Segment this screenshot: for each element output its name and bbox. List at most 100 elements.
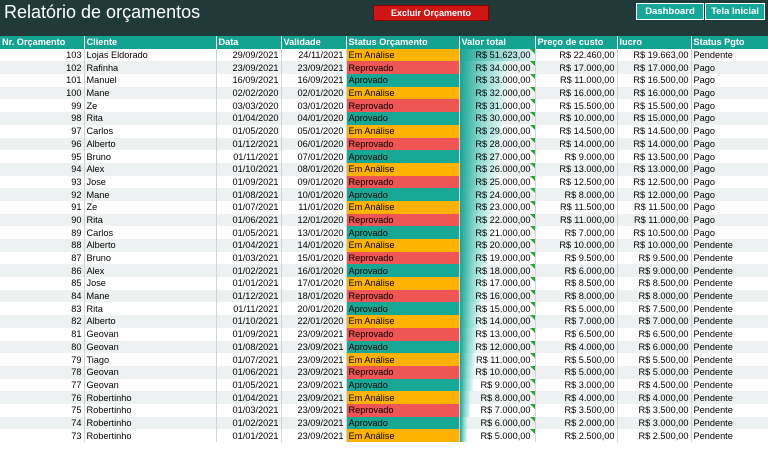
cell-cliente[interactable]: Alex	[84, 264, 217, 278]
cell-valor[interactable]: R$ 27.000,00	[459, 150, 536, 163]
cell-cliente[interactable]: Ze	[84, 200, 217, 214]
cell-status[interactable]: Em Análise	[346, 86, 460, 100]
cell-valor[interactable]: R$ 51.623,00	[459, 48, 536, 62]
cell-nr[interactable]: 89	[0, 226, 85, 239]
cell-validade[interactable]: 18/01/2020	[281, 289, 347, 303]
table-row[interactable]: 84 Mane 01/12/2021 18/01/2020 Reprovado R$ 16…	[0, 289, 768, 303]
cell-status[interactable]: Reprovado	[346, 365, 460, 379]
cell-valor[interactable]: R$ 5.000,00	[459, 429, 536, 442]
cell-nr[interactable]: 77	[0, 378, 85, 392]
cell-lucro[interactable]: R$ 7.000,00	[617, 315, 692, 328]
cell-status[interactable]: Reprovado	[346, 213, 460, 227]
cell-lucro[interactable]: R$ 9.000,00	[617, 264, 692, 278]
cell-nr[interactable]: 95	[0, 150, 85, 163]
cell-nr[interactable]: 92	[0, 188, 85, 201]
cell-data[interactable]: 01/03/2021	[216, 251, 282, 265]
cell-validade[interactable]: 09/01/2020	[281, 175, 347, 189]
cell-lucro[interactable]: R$ 14.500,00	[617, 124, 692, 138]
cell-pgto[interactable]: Pago	[691, 124, 768, 138]
cell-data[interactable]: 23/09/2021	[216, 61, 282, 75]
cell-validade[interactable]: 06/01/2020	[281, 137, 347, 151]
cell-lucro[interactable]: R$ 5.000,00	[617, 365, 692, 379]
cell-status[interactable]: Aprovado	[346, 150, 460, 163]
cell-valor[interactable]: R$ 28.000,00	[459, 137, 536, 151]
table-row[interactable]: 83 Rita 01/11/2021 20/01/2020 Aprovado R$ 15.…	[0, 302, 768, 316]
cell-valor[interactable]: R$ 25.000,00	[459, 175, 536, 189]
cell-validade[interactable]: 12/01/2020	[281, 213, 347, 227]
table-row[interactable]: 101 Manuel 16/09/2021 16/09/2021 Aprovado R$ …	[0, 74, 768, 87]
cell-lucro[interactable]: R$ 19.663,00	[617, 48, 692, 62]
cell-cliente[interactable]: Robertinho	[84, 403, 217, 417]
cell-validade[interactable]: 11/01/2020	[281, 200, 347, 214]
cell-status[interactable]: Reprovado	[346, 137, 460, 151]
cell-pgto[interactable]: Pago	[691, 188, 768, 201]
cell-custo[interactable]: R$ 6.000,00	[535, 264, 618, 278]
cell-lucro[interactable]: R$ 3.000,00	[617, 416, 692, 430]
cell-valor[interactable]: R$ 18.000,00	[459, 264, 536, 278]
cell-validade[interactable]: 04/01/2020	[281, 112, 347, 125]
cell-validade[interactable]: 23/09/2021	[281, 403, 347, 417]
cell-valor[interactable]: R$ 7.000,00	[459, 403, 536, 417]
cell-validade[interactable]: 23/09/2021	[281, 378, 347, 392]
cell-lucro[interactable]: R$ 10.000,00	[617, 239, 692, 252]
table-row[interactable]: 74 Robertinho 01/02/2021 23/09/2021 Aprovado…	[0, 416, 768, 430]
col-header-validade[interactable]: Validade	[281, 36, 347, 49]
table-row[interactable]: 93 Jose 01/09/2021 09/01/2020 Reprovado R$ 25…	[0, 175, 768, 189]
cell-lucro[interactable]: R$ 16.000,00	[617, 86, 692, 100]
cell-cliente[interactable]: Robertinho	[84, 416, 217, 430]
cell-pgto[interactable]: Pago	[691, 162, 768, 176]
cell-valor[interactable]: R$ 8.000,00	[459, 391, 536, 404]
cell-data[interactable]: 02/02/2020	[216, 86, 282, 100]
cell-status[interactable]: Aprovado	[346, 226, 460, 239]
cell-cliente[interactable]: Alex	[84, 162, 217, 176]
cell-nr[interactable]: 86	[0, 264, 85, 278]
cell-lucro[interactable]: R$ 15.500,00	[617, 99, 692, 113]
cell-data[interactable]: 01/10/2021	[216, 162, 282, 176]
cell-valor[interactable]: R$ 19.000,00	[459, 251, 536, 265]
cell-status[interactable]: Reprovado	[346, 61, 460, 75]
table-row[interactable]: 85 Jose 01/01/2021 17/01/2020 Em Análise R$ 1…	[0, 277, 768, 290]
cell-data[interactable]: 01/08/2021	[216, 340, 282, 354]
cell-pgto[interactable]: Pago	[691, 150, 768, 163]
cell-custo[interactable]: R$ 16.000,00	[535, 86, 618, 100]
cell-pgto[interactable]: Pendente	[691, 327, 768, 341]
cell-custo[interactable]: R$ 5.000,00	[535, 302, 618, 316]
cell-data[interactable]: 01/06/2021	[216, 213, 282, 227]
cell-custo[interactable]: R$ 9.000,00	[535, 150, 618, 163]
cell-valor[interactable]: R$ 23.000,00	[459, 200, 536, 214]
cell-validade[interactable]: 23/09/2021	[281, 353, 347, 366]
cell-pgto[interactable]: Pendente	[691, 302, 768, 316]
cell-pgto[interactable]: Pago	[691, 86, 768, 100]
cell-valor[interactable]: R$ 13.000,00	[459, 327, 536, 341]
cell-status[interactable]: Em Análise	[346, 162, 460, 176]
cell-data[interactable]: 29/09/2021	[216, 48, 282, 62]
cell-valor[interactable]: R$ 30.000,00	[459, 112, 536, 125]
cell-data[interactable]: 01/03/2021	[216, 403, 282, 417]
cell-lucro[interactable]: R$ 12.000,00	[617, 188, 692, 201]
col-header-pgto[interactable]: Status Pgto	[691, 36, 768, 49]
col-header-custo[interactable]: Preço de custo	[535, 36, 618, 49]
cell-cliente[interactable]: Geovan	[84, 327, 217, 341]
cell-custo[interactable]: R$ 5.500,00	[535, 353, 618, 366]
cell-valor[interactable]: R$ 29.000,00	[459, 124, 536, 138]
cell-status[interactable]: Em Análise	[346, 239, 460, 252]
cell-nr[interactable]: 81	[0, 327, 85, 341]
cell-custo[interactable]: R$ 10.000,00	[535, 112, 618, 125]
table-row[interactable]: 89 Carlos 01/05/2021 13/01/2020 Aprovado R$ 2…	[0, 226, 768, 239]
cell-pgto[interactable]: Pendente	[691, 277, 768, 290]
table-row[interactable]: 80 Geovan 01/08/2021 23/09/2021 Aprovado R$ 1…	[0, 340, 768, 354]
cell-nr[interactable]: 74	[0, 416, 85, 430]
cell-status[interactable]: Reprovado	[346, 175, 460, 189]
cell-valor[interactable]: R$ 17.000,00	[459, 277, 536, 290]
cell-nr[interactable]: 85	[0, 277, 85, 290]
cell-lucro[interactable]: R$ 10.500,00	[617, 226, 692, 239]
cell-data[interactable]: 01/04/2021	[216, 239, 282, 252]
cell-pgto[interactable]: Pendente	[691, 403, 768, 417]
cell-data[interactable]: 01/11/2021	[216, 150, 282, 163]
cell-custo[interactable]: R$ 14.500,00	[535, 124, 618, 138]
cell-lucro[interactable]: R$ 15.000,00	[617, 112, 692, 125]
cell-valor[interactable]: R$ 33.000,00	[459, 74, 536, 87]
table-row[interactable]: 79 Tiago 01/07/2021 23/09/2021 Em Análise R$ …	[0, 353, 768, 366]
cell-nr[interactable]: 76	[0, 391, 85, 404]
cell-data[interactable]: 16/09/2021	[216, 74, 282, 87]
